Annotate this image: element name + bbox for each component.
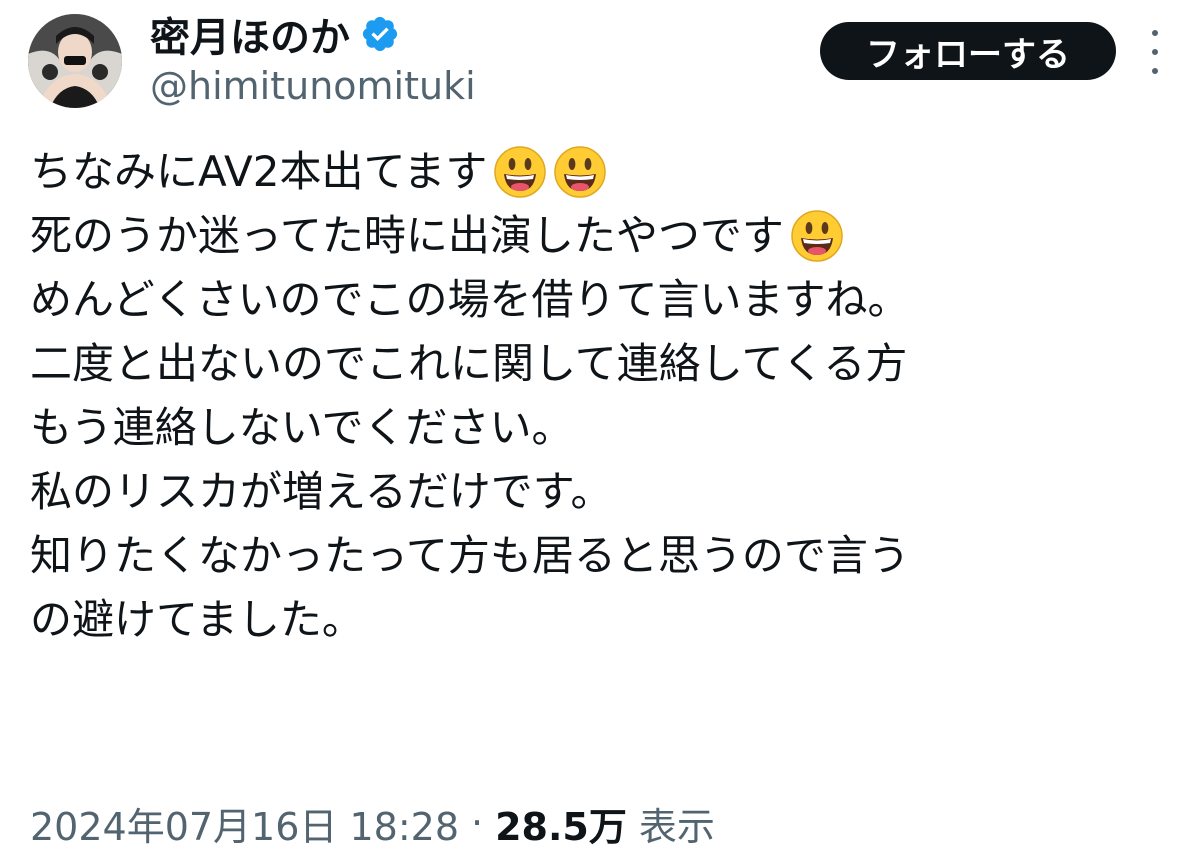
tweet-line-text: ちなみにAV2本出てます bbox=[30, 147, 488, 196]
more-dot bbox=[1152, 68, 1158, 74]
tweet-line: 私のリスカが増えるだけです。 bbox=[30, 460, 1180, 524]
tweet-line-text: 死のうか迷ってた時に出演したやつです bbox=[30, 211, 784, 260]
tweet-line-text: めんどくさいのでこの場を借りて言いますね。 bbox=[30, 275, 910, 324]
smiley-face-emoji bbox=[493, 145, 547, 199]
tweet-line-text: 二度と出ないのでこれに関して連絡してくる方 bbox=[30, 339, 908, 388]
views-label: 表示 bbox=[638, 804, 715, 849]
tweet-line-text: 私のリスカが増えるだけです。 bbox=[30, 467, 613, 516]
verified-badge-icon bbox=[360, 14, 400, 54]
tweet-meta: 2024年07月16日 18:28 · 28.5万 表示 bbox=[30, 795, 715, 851]
tweet-line-text: もう連絡しないでください。 bbox=[30, 403, 574, 452]
profile-photo bbox=[28, 14, 122, 108]
tweet-line: の避けてました。 bbox=[30, 588, 1180, 652]
tweet-line: もう連絡しないでください。 bbox=[30, 396, 1180, 460]
tweet-header: 密月ほのか @himitunomituki フォローする bbox=[0, 0, 1200, 120]
views-count[interactable]: 28.5万 bbox=[495, 796, 627, 851]
user-handle[interactable]: @himitunomituki bbox=[150, 64, 476, 108]
tweet-line-text: 知りたくなかったって方も居ると思うので言う bbox=[30, 531, 910, 580]
tweet-line: 二度と出ないのでこれに関して連絡してくる方 bbox=[30, 332, 1180, 396]
tweet-timestamp[interactable]: 2024年07月16日 18:28 bbox=[30, 796, 459, 851]
tweet-line: めんどくさいのでこの場を借りて言いますね。 bbox=[30, 268, 1180, 332]
name-row: 密月ほのか bbox=[150, 5, 400, 63]
avatar[interactable] bbox=[28, 14, 122, 108]
follow-button[interactable]: フォローする bbox=[820, 22, 1116, 80]
more-dot bbox=[1152, 49, 1158, 55]
smiley-face-emoji bbox=[790, 209, 844, 263]
smiley-face-emoji bbox=[553, 145, 607, 199]
tweet-line-text: の避けてました。 bbox=[30, 595, 364, 644]
tweet-text: ちなみにAV2本出てます 死のうか迷ってた時に出演したやつです めんどくさいので… bbox=[30, 140, 1180, 652]
meta-separator: · bbox=[471, 801, 484, 845]
more-dot bbox=[1152, 30, 1158, 36]
tweet-line: ちなみにAV2本出てます bbox=[30, 140, 1180, 204]
tweet-line: 知りたくなかったって方も居ると思うので言う bbox=[30, 524, 1180, 588]
tweet-line: 死のうか迷ってた時に出演したやつです bbox=[30, 204, 1180, 268]
more-vertical-icon[interactable] bbox=[1140, 30, 1170, 74]
display-name[interactable]: 密月ほのか bbox=[150, 5, 350, 63]
